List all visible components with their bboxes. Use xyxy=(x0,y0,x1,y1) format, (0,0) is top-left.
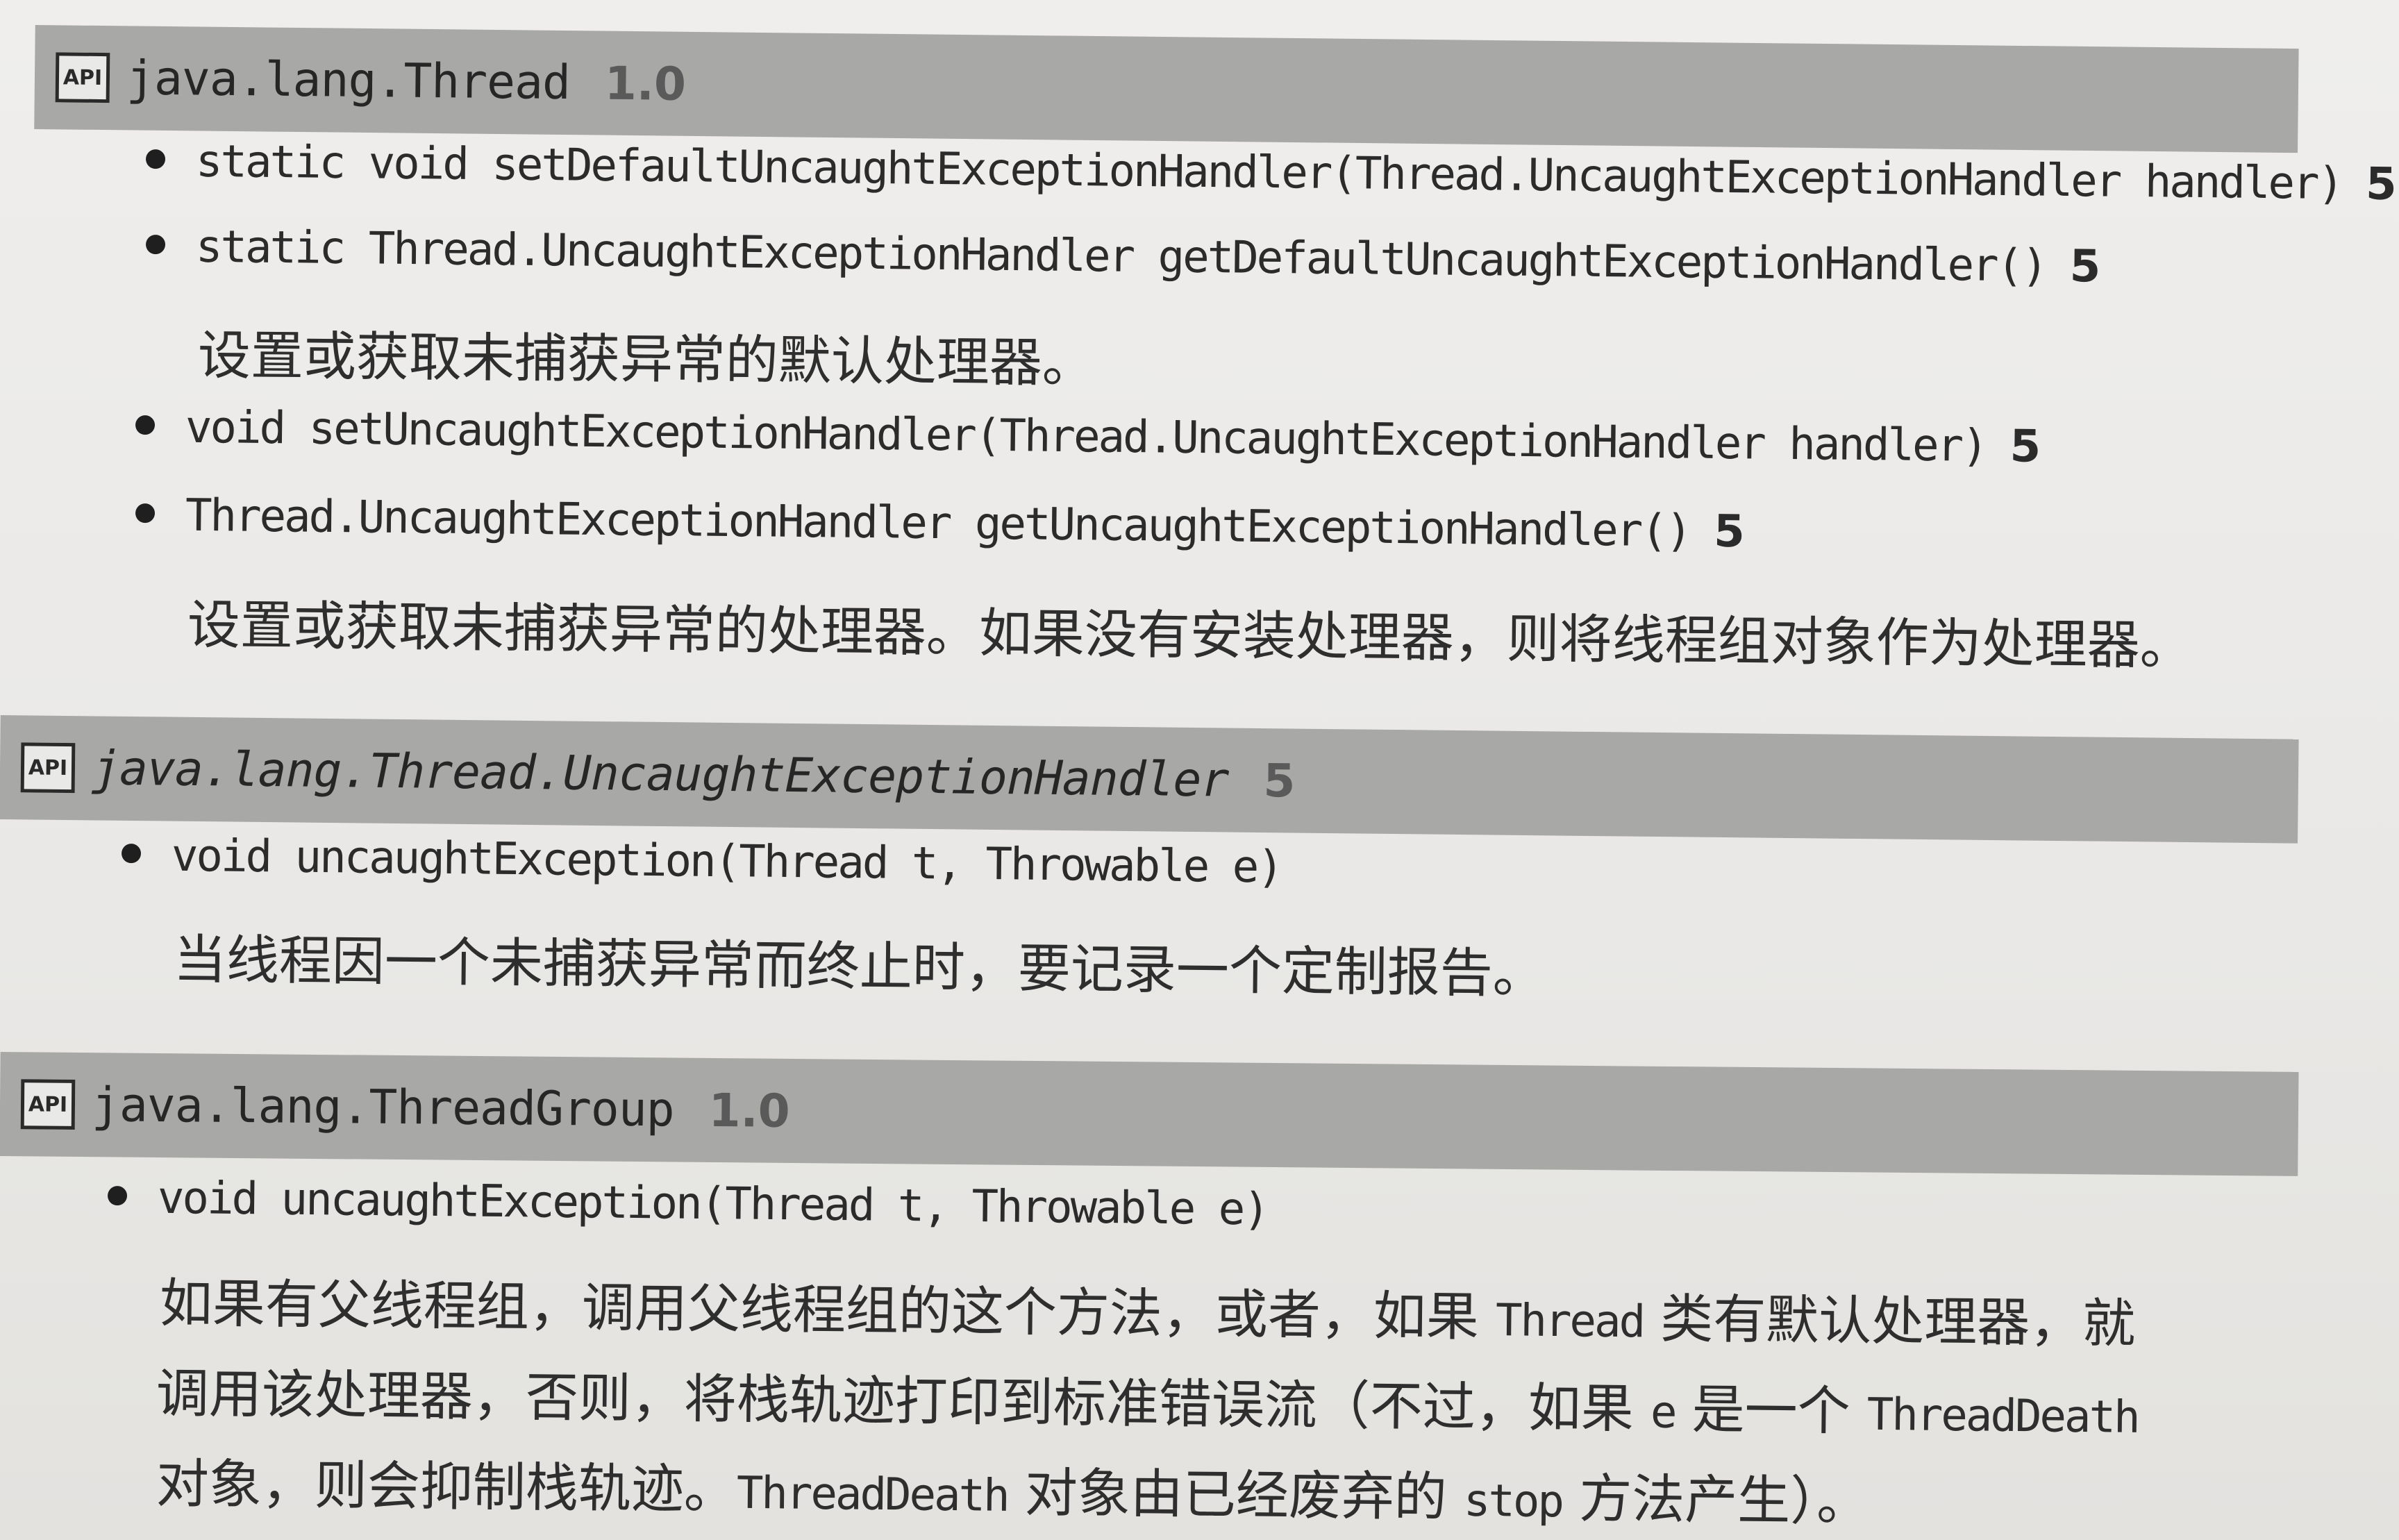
code-run: e xyxy=(1650,1387,1675,1439)
method-signature: void setUncaughtExceptionHandler(Thread.… xyxy=(185,401,1987,472)
bullet-icon xyxy=(145,149,166,169)
api-header-thread: API java.lang.Thread 1.0 xyxy=(34,25,2299,153)
text-run: 方法产生）。 xyxy=(1562,1467,1870,1532)
api-version: 1.0 xyxy=(708,1083,790,1138)
api-header-uncaught-handler: API java.lang.Thread.UncaughtExceptionHa… xyxy=(0,715,2299,844)
code-run: ThreadDeath xyxy=(1866,1389,2139,1443)
method-signature: Thread.UncaughtExceptionHandler getUncau… xyxy=(185,489,1691,558)
since-version: 5 xyxy=(2365,158,2397,210)
api-class-name: java.lang.ThreadGroup xyxy=(91,1077,675,1137)
api-badge: API xyxy=(55,52,110,103)
method-item: static Thread.UncaughtExceptionHandler g… xyxy=(145,221,2101,293)
text-run: 类有默认处理器，就 xyxy=(1643,1287,2136,1355)
text-run: 是一个 xyxy=(1675,1378,1868,1442)
text-run: 如果有父线程组，调用父线程组的这个方法，或者，如果 xyxy=(159,1272,1496,1348)
method-signature: static Thread.UncaughtExceptionHandler g… xyxy=(195,221,2047,292)
method-item: void uncaughtException(Thread t, Throwab… xyxy=(107,1172,1269,1236)
method-item: Thread.UncaughtExceptionHandler getUncau… xyxy=(135,489,1746,558)
since-version: 5 xyxy=(2009,421,2041,473)
book-page: API java.lang.Thread 1.0 static void set… xyxy=(0,0,2399,1540)
method-signature: void uncaughtException(Thread t, Throwab… xyxy=(157,1172,1269,1236)
text-run: 对象，则会抑制栈轨迹。 xyxy=(156,1453,737,1521)
api-version: 5 xyxy=(1263,753,1296,808)
method-description: 设置或获取未捕获异常的处理器。如果没有安装处理器，则将线程组对象作为处理器。 xyxy=(187,594,2193,677)
api-class-name: java.lang.Thread.UncaughtExceptionHandle… xyxy=(91,740,1229,808)
method-description-line: 对象，则会抑制栈轨迹。ThreadDeath 对象由已经废弃的 stop 方法产… xyxy=(156,1441,1869,1535)
bullet-icon xyxy=(121,844,142,864)
api-badge: API xyxy=(20,1079,76,1130)
api-badge: API xyxy=(20,742,76,794)
bullet-icon xyxy=(145,235,166,255)
method-item: void setUncaughtExceptionHandler(Thread.… xyxy=(135,401,2041,473)
bullet-icon xyxy=(135,415,156,435)
method-description-line: 调用该处理器，否则，将栈轨迹打印到标准错误流（不过，如果 e 是一个 Threa… xyxy=(156,1350,2139,1448)
method-item: void uncaughtException(Thread t, Throwab… xyxy=(121,830,1282,894)
method-description-line: 如果有父线程组，调用父线程组的这个方法，或者，如果 Thread 类有默认处理器… xyxy=(159,1260,2136,1357)
since-version: 5 xyxy=(2069,241,2101,293)
api-version: 1.0 xyxy=(604,56,687,111)
bullet-icon xyxy=(135,503,156,524)
since-version: 5 xyxy=(1713,505,1746,558)
bullet-icon xyxy=(107,1186,128,1206)
code-run: stop xyxy=(1463,1475,1563,1528)
code-run: Thread xyxy=(1495,1295,1644,1348)
text-run: 对象由已经废弃的 xyxy=(1008,1461,1464,1528)
code-run: ThreadDeath xyxy=(736,1467,1009,1522)
method-signature: void uncaughtException(Thread t, Throwab… xyxy=(171,830,1282,894)
method-description: 当线程因一个未捕获异常而终止时，要记录一个定制报告。 xyxy=(173,928,1546,1005)
method-description: 设置或获取未捕获异常的默认处理器。 xyxy=(197,324,1096,394)
text-run: 调用该处理器，否则，将栈轨迹打印到标准错误流（不过，如果 xyxy=(156,1362,1651,1440)
api-class-name: java.lang.Thread xyxy=(126,50,571,110)
api-header-threadgroup: API java.lang.ThreadGroup 1.0 xyxy=(0,1052,2299,1176)
